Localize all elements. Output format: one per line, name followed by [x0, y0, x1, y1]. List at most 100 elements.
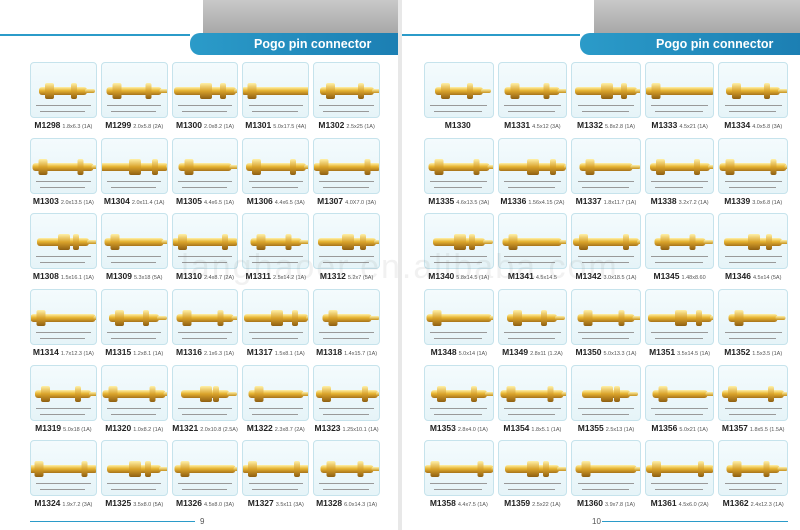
dimension-line — [323, 489, 369, 491]
pogo-pin-drawing — [102, 385, 167, 402]
product-spec: 4.6x13.5 (3A) — [456, 199, 490, 206]
product-spec: 5.2x7 (5A) — [347, 275, 374, 282]
dimension-line — [248, 180, 303, 182]
product-card: M1306 4.4x6.5 (3A) — [242, 137, 310, 212]
dimension-line — [434, 111, 482, 112]
dimension-line — [181, 337, 227, 339]
product-caption: M1312 5.2x7 (5A) — [320, 271, 373, 281]
product-caption: M1353 2.8x4.0 (1A) — [430, 423, 488, 433]
product-code: M1348 — [430, 346, 457, 357]
dimension-line — [651, 105, 708, 106]
product-caption: M1359 2.5x22 (1A) — [504, 498, 560, 508]
product-card: M1317 1.5x8.1 (1A) — [242, 288, 310, 363]
product-code: M1328 — [316, 498, 343, 509]
product-caption: M1332 5.8x2.8 (1A) — [577, 120, 635, 130]
product-code: M1354 — [503, 422, 530, 433]
product-image — [313, 213, 380, 270]
product-code: M1360 — [577, 498, 603, 509]
product-caption: M1348 5.0x14 (1A) — [431, 347, 487, 357]
product-card: M1358 4.4x7.5 (1A) — [424, 440, 494, 514]
product-code: M1355 — [577, 422, 604, 433]
pogo-pin-drawing — [722, 385, 787, 402]
product-card: M1353 2.8x4.0 (1A) — [424, 364, 494, 439]
product-spec: 6.0x14.3 (1A) — [344, 502, 378, 509]
product-spec: 2.0x11.4 (1A) — [131, 199, 165, 206]
product-caption: M1341 4.5x14.5 — [508, 271, 557, 281]
product-image — [242, 364, 310, 421]
pogo-pin-drawing — [39, 83, 96, 99]
product-code: M1352 — [724, 346, 751, 357]
product-code: M1307 — [317, 195, 344, 206]
dimension-line — [430, 331, 488, 333]
product-image — [497, 62, 568, 118]
pogo-pin-drawing — [248, 385, 309, 402]
dimension-line — [434, 262, 482, 264]
dimension-line — [110, 337, 157, 339]
product-code: M1310 — [176, 271, 202, 282]
pogo-pin-drawing — [109, 309, 167, 326]
product-spec: 1.8x5.1 (1A) — [531, 426, 562, 433]
pogo-pin-drawing — [434, 83, 491, 99]
dimension-line — [319, 256, 374, 258]
product-image — [100, 137, 168, 194]
product-image — [100, 288, 168, 345]
pogo-pin-drawing — [649, 158, 714, 175]
pogo-pin-drawing — [645, 83, 714, 99]
product-code: M1320 — [105, 422, 132, 433]
product-code: M1325 — [105, 498, 132, 509]
product-code: M1334 — [724, 120, 751, 130]
product-spec: 4.0x5.8 (3A) — [752, 124, 783, 130]
product-image — [313, 364, 380, 421]
product-image — [718, 62, 788, 118]
product-caption: M1316 2.1x6.3 (1A) — [176, 347, 234, 357]
product-grid-right: M1330 M1331 4.5x12 (3A) M1332 5.8x2.8 (1A) M1… — [424, 62, 788, 514]
product-code: M1339 — [724, 195, 751, 206]
pogo-pin-drawing — [647, 309, 714, 326]
dimension-line — [252, 111, 298, 112]
product-image — [313, 440, 380, 497]
pogo-pin-drawing — [428, 158, 493, 175]
product-image — [30, 62, 97, 118]
product-image — [424, 137, 494, 194]
pogo-pin-drawing — [35, 385, 96, 402]
product-card: M1302 2.5x25 (1A) — [313, 62, 380, 136]
product-caption: M1325 3.5x8.0 (5A) — [105, 498, 163, 508]
product-code: M1357 — [721, 422, 748, 433]
product-spec: 2.0x10.8 (2.5A) — [200, 426, 238, 433]
dimension-line — [728, 111, 777, 112]
product-caption: M1340 5.8x14.5 (1A) — [428, 271, 489, 281]
product-code: M1358 — [429, 498, 456, 509]
pogo-pin-drawing — [432, 234, 493, 251]
dimension-line — [252, 337, 298, 339]
dimension-line — [248, 483, 303, 485]
product-code: M1312 — [319, 271, 346, 282]
dimension-line — [36, 256, 91, 258]
catalog-page-left: Pogo pin connector M1298 1.8x6.3 (1A) M129… — [0, 0, 398, 530]
product-code: M1306 — [246, 195, 273, 206]
product-image — [313, 137, 380, 194]
product-spec: 1.5x3.5 (1A) — [752, 350, 783, 357]
dimension-line — [181, 413, 227, 415]
product-caption: M1342 3.0x18.5 (1A) — [575, 271, 636, 281]
dimension-line — [177, 256, 233, 258]
product-spec: 2.8x11 (1.2A) — [530, 350, 563, 357]
product-image — [644, 440, 715, 497]
pogo-pin-drawing — [507, 309, 566, 326]
product-card: M1298 1.8x6.3 (1A) — [30, 62, 97, 136]
header-teal-strip — [0, 34, 190, 36]
dimension-line — [40, 111, 86, 112]
dimension-line — [651, 256, 708, 258]
pogo-pin-drawing — [106, 83, 167, 99]
product-spec: 3.0x6.8 (1A) — [752, 199, 783, 206]
dimension-line — [504, 256, 561, 258]
product-image — [571, 364, 641, 421]
dimension-line — [323, 337, 369, 339]
dimension-line — [177, 105, 233, 106]
product-image — [571, 440, 641, 497]
product-spec: 2.5x22 (1A) — [532, 502, 561, 509]
product-code: M1326 — [176, 498, 202, 509]
product-spec: 1.48x8.60 — [681, 275, 706, 282]
pogo-pin-drawing — [502, 234, 567, 251]
product-spec: 5.0x21 (1A) — [679, 426, 708, 433]
pogo-pin-drawing — [322, 309, 380, 326]
